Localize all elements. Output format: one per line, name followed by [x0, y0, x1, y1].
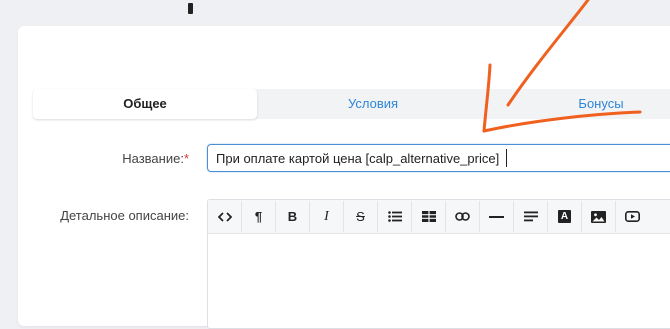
arrow-head-left — [482, 63, 492, 133]
arrow-head-bottom — [482, 110, 642, 133]
annotation-arrow — [482, 0, 642, 133]
arrow-shaft — [506, 0, 590, 107]
